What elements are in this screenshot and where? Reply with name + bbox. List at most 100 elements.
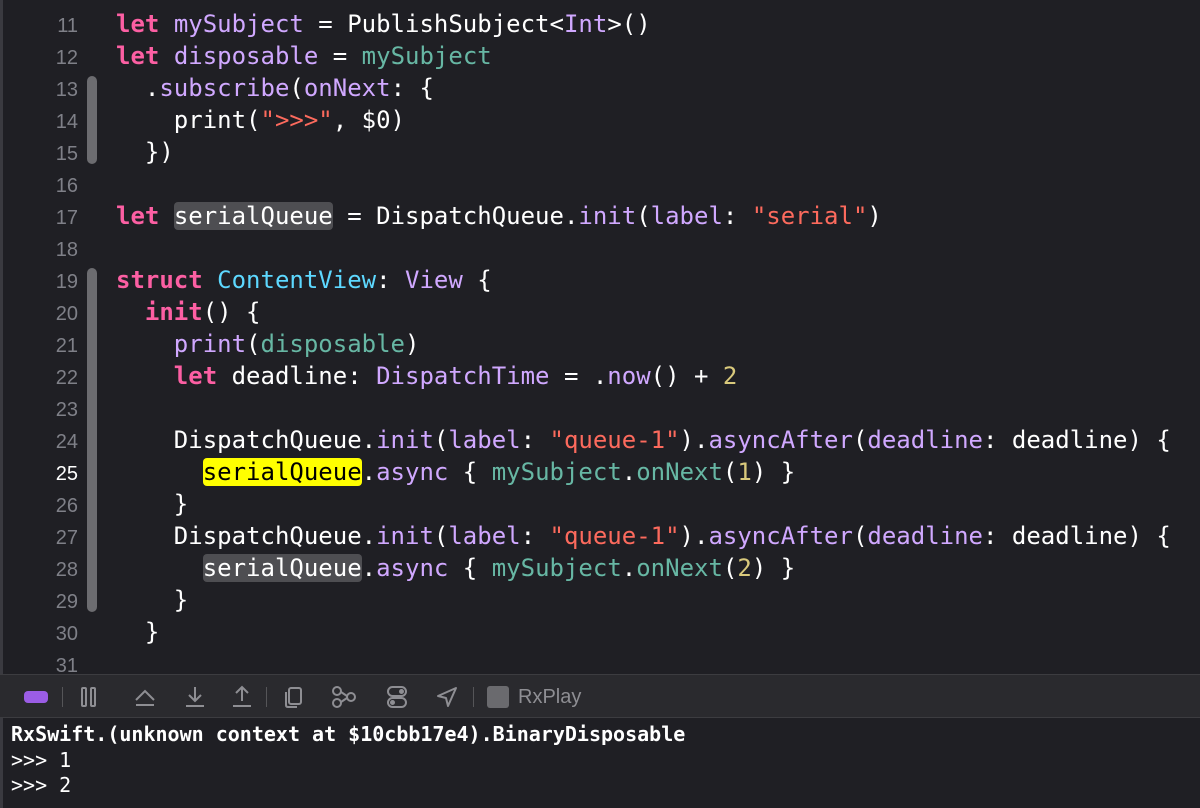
code-folding-ribbon[interactable] [87, 296, 97, 328]
code-text[interactable]: DispatchQueue.init(label: "queue-1").asy… [116, 424, 1171, 456]
code-token: label [448, 426, 521, 454]
code-folding-ribbon[interactable] [87, 328, 97, 360]
line-number[interactable]: 24 [0, 431, 78, 453]
code-text[interactable]: let deadline: DispatchTime = .now() + 2 [116, 360, 738, 392]
code-line[interactable]: 24 DispatchQueue.init(label: "queue-1").… [0, 424, 1200, 456]
code-line[interactable]: 26 } [0, 488, 1200, 520]
code-token: ). [679, 522, 709, 550]
line-number[interactable]: 22 [0, 367, 78, 389]
code-line[interactable]: 22 let deadline: DispatchTime = .now() +… [0, 360, 1200, 392]
line-number[interactable]: 28 [0, 559, 78, 581]
code-text[interactable]: serialQueue.async { mySubject.onNext(2) … [116, 552, 795, 584]
code-line[interactable]: 16 [0, 168, 1200, 200]
code-text[interactable]: } [116, 616, 159, 648]
line-number[interactable]: 14 [0, 111, 78, 133]
code-text[interactable]: DispatchQueue.init(label: "queue-1").asy… [116, 520, 1171, 552]
environment-overrides-button[interactable] [384, 675, 410, 719]
code-text[interactable]: let serialQueue = DispatchQueue.init(lab… [116, 200, 882, 232]
line-number[interactable]: 20 [0, 303, 78, 325]
code-folding-ribbon[interactable] [87, 268, 97, 296]
code-text[interactable]: } [116, 584, 188, 616]
code-folding-ribbon[interactable] [87, 104, 97, 136]
line-number[interactable]: 31 [0, 655, 78, 674]
step-over-button[interactable] [132, 675, 158, 719]
code-line[interactable]: 15 }) [0, 136, 1200, 168]
code-text[interactable]: print(disposable) [116, 328, 420, 360]
debug-console[interactable]: RxSwift.(unknown context at $10cbb17e4).… [0, 718, 1200, 808]
line-number[interactable]: 27 [0, 527, 78, 549]
line-number[interactable]: 11 [0, 15, 78, 37]
code-token: : { [390, 74, 434, 102]
line-number[interactable]: 15 [0, 143, 78, 165]
line-number[interactable]: 16 [0, 175, 78, 197]
line-number[interactable]: 17 [0, 207, 78, 229]
simulate-location-button[interactable] [434, 675, 460, 719]
debug-bar-separator [62, 687, 63, 707]
selected-token: serialQueue [202, 554, 362, 582]
code-token: = PublishSubject< [303, 10, 564, 38]
line-number[interactable]: 26 [0, 495, 78, 517]
hide-debug-area-button[interactable] [22, 675, 50, 719]
code-folding-ribbon[interactable] [87, 136, 97, 164]
code-folding-ribbon[interactable] [87, 76, 97, 104]
code-line[interactable]: 12 let disposable = mySubject [0, 40, 1200, 72]
code-folding-ribbon[interactable] [87, 552, 97, 584]
code-text[interactable]: .subscribe(onNext: { [116, 72, 434, 104]
code-text[interactable]: init() { [116, 296, 261, 328]
code-folding-ribbon[interactable] [87, 392, 97, 424]
line-number[interactable]: 23 [0, 399, 78, 421]
environment-overrides-icon [387, 686, 407, 708]
code-token: ) [405, 330, 420, 358]
pause-button[interactable] [77, 675, 101, 719]
code-text[interactable]: serialQueue.async { mySubject.onNext(1) … [116, 456, 795, 488]
line-number[interactable]: 13 [0, 79, 78, 101]
line-number[interactable]: 30 [0, 623, 78, 645]
step-out-button[interactable] [229, 675, 255, 719]
code-line[interactable]: 27 DispatchQueue.init(label: "queue-1").… [0, 520, 1200, 552]
code-folding-ribbon[interactable] [87, 424, 97, 456]
code-folding-ribbon[interactable] [87, 520, 97, 552]
code-text[interactable]: } [116, 488, 188, 520]
code-line[interactable]: 14 print(">>>", $0) [0, 104, 1200, 136]
source-editor[interactable]: 11 let mySubject = PublishSubject<Int>() 1… [0, 0, 1200, 674]
code-line[interactable]: 29 } [0, 584, 1200, 616]
code-token: ContentView [217, 266, 377, 294]
code-folding-ribbon[interactable] [87, 456, 97, 488]
code-line[interactable]: 13 .subscribe(onNext: { [0, 72, 1200, 104]
line-number[interactable]: 19 [0, 271, 78, 293]
code-text[interactable]: }) [116, 136, 174, 168]
code-line[interactable]: 23 [0, 392, 1200, 424]
line-number[interactable]: 25 [0, 463, 78, 485]
code-text[interactable]: let mySubject = PublishSubject<Int>() [116, 8, 651, 40]
code-line[interactable]: 28 serialQueue.async { mySubject.onNext(… [0, 552, 1200, 584]
line-number[interactable]: 12 [0, 47, 78, 69]
view-hierarchy-button[interactable] [280, 675, 306, 719]
code-text[interactable]: struct ContentView: View { [116, 264, 492, 296]
code-folding-ribbon[interactable] [87, 360, 97, 392]
code-line[interactable]: 19 struct ContentView: View { [0, 264, 1200, 296]
line-number[interactable]: 29 [0, 591, 78, 613]
code-line[interactable]: 31 [0, 648, 1200, 674]
step-into-button[interactable] [182, 675, 208, 719]
code-folding-ribbon[interactable] [87, 488, 97, 520]
code-token: = DispatchQueue. [332, 202, 579, 230]
code-token: onNext [636, 554, 723, 582]
code-text[interactable]: let disposable = mySubject [116, 40, 492, 72]
code-line[interactable]: 18 [0, 232, 1200, 264]
line-number[interactable]: 18 [0, 239, 78, 261]
code-token: () + [650, 362, 723, 390]
code-token: let [116, 42, 160, 70]
code-line[interactable]: 11 let mySubject = PublishSubject<Int>() [0, 8, 1200, 40]
code-line[interactable]: 20 init() { [0, 296, 1200, 328]
code-line[interactable]: 30 } [0, 616, 1200, 648]
scheme-label[interactable]: RxPlay [518, 685, 581, 709]
memory-graph-button[interactable] [330, 675, 358, 719]
code-text[interactable]: print(">>>", $0) [116, 104, 405, 136]
code-line[interactable]: 21 print(disposable) [0, 328, 1200, 360]
code-folding-ribbon[interactable] [87, 584, 97, 612]
memory-graph-icon [332, 686, 356, 708]
code-token: "serial" [751, 202, 868, 230]
code-line[interactable]: 25 serialQueue.async { mySubject.onNext(… [0, 456, 1200, 488]
code-line[interactable]: 17 let serialQueue = DispatchQueue.init(l… [0, 200, 1200, 232]
line-number[interactable]: 21 [0, 335, 78, 357]
